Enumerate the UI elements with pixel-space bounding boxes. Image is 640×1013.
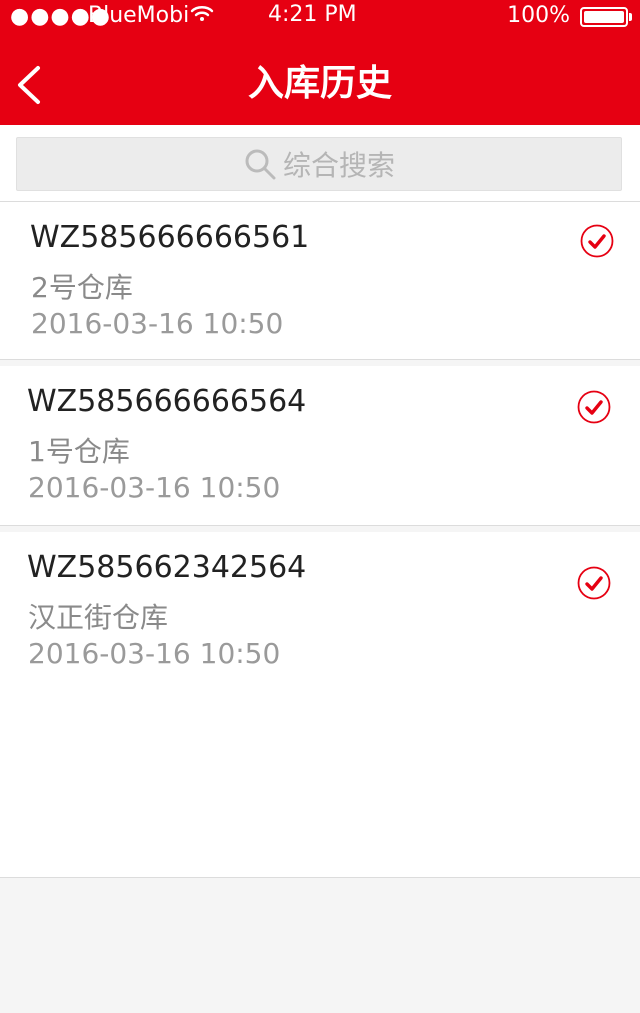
- record-code: WZ585666666561: [30, 220, 310, 255]
- history-record-card[interactable]: WZ585666666561 2号仓库 2016-03-16 10:50: [0, 202, 640, 360]
- top-bar: ●●●●● BlueMobi 4:21 PM 100% 入库历史: [0, 0, 640, 125]
- check-circle-icon: [577, 566, 611, 600]
- check-circle-icon: [580, 224, 614, 258]
- search-section: 综合搜索: [0, 125, 640, 202]
- search-placeholder: 综合搜索: [282, 149, 395, 182]
- record-datetime: 2016-03-16 10:50: [31, 307, 284, 340]
- page-title: 入库历史: [247, 63, 392, 104]
- history-record-card[interactable]: WZ585666666564 1号仓库 2016-03-16 10:50: [0, 366, 640, 526]
- carrier-name: BlueMobi: [88, 3, 190, 28]
- record-code: WZ585666666564: [27, 384, 307, 419]
- record-warehouse: 汉正街仓库: [28, 601, 169, 634]
- battery-icon: [580, 7, 632, 27]
- wifi-icon: [190, 2, 214, 32]
- status-time: 4:21 PM: [268, 2, 357, 27]
- search-input[interactable]: 综合搜索: [16, 137, 622, 191]
- battery-percentage: 100%: [507, 3, 570, 28]
- status-bar: ●●●●● BlueMobi 4:21 PM 100%: [0, 0, 640, 32]
- record-warehouse: 1号仓库: [28, 435, 130, 468]
- check-circle-icon: [577, 390, 611, 424]
- navigation-bar: 入库历史: [0, 40, 640, 125]
- record-code: WZ585662342564: [27, 550, 307, 585]
- record-datetime: 2016-03-16 10:50: [28, 471, 281, 504]
- search-icon: [245, 149, 276, 180]
- record-datetime: 2016-03-16 10:50: [28, 637, 281, 670]
- history-record-card[interactable]: WZ585662342564 汉正街仓库 2016-03-16 10:50: [0, 532, 640, 878]
- record-warehouse: 2号仓库: [31, 271, 133, 304]
- stock-in-history-list: WZ585666666561 2号仓库 2016-03-16 10:50 WZ5…: [0, 202, 640, 878]
